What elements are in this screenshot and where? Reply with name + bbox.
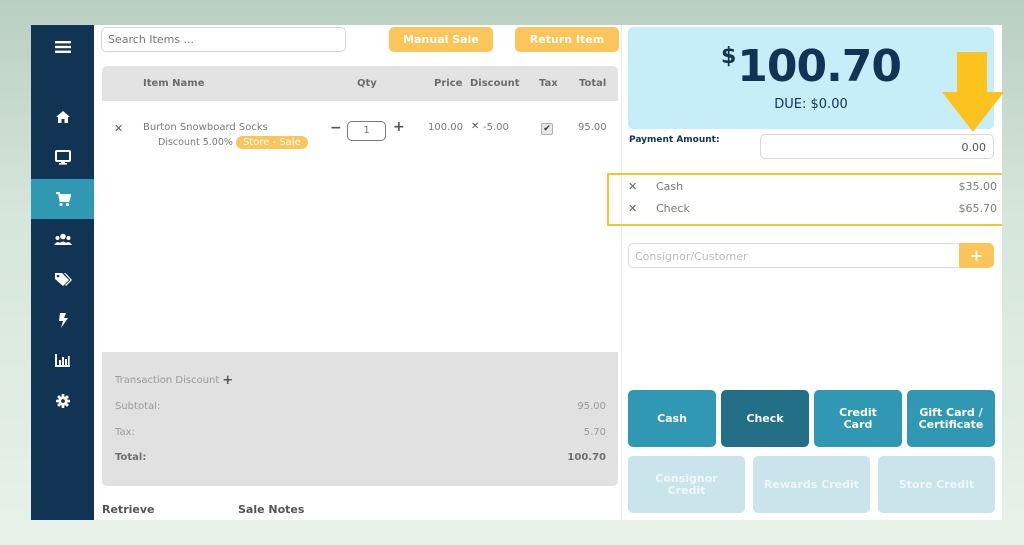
tax-value: 5.70	[583, 427, 606, 438]
subtotal-row: Subtotal: 95.00	[115, 401, 606, 412]
column-header-qty: Qty	[357, 78, 377, 89]
sidebar-item-settings[interactable]	[31, 381, 94, 421]
payment-method: Check	[656, 202, 690, 215]
add-transaction-discount-icon[interactable]: +	[222, 374, 233, 387]
sidebar	[31, 25, 94, 520]
item-discount: -5.00	[483, 122, 509, 133]
pay-credit-card-button[interactable]: Credit Card	[814, 390, 902, 447]
pay-check-button[interactable]: Check	[721, 390, 809, 447]
applied-payment-row: ✕ Cash $35.00	[628, 180, 997, 193]
column-header-total: Total	[579, 78, 607, 89]
retrieve-link[interactable]: Retrieve	[102, 503, 154, 516]
item-total: 95.00	[578, 122, 607, 133]
payment-amount-label: Payment Amount:	[629, 135, 720, 145]
transaction-discount-label: Transaction Discount	[115, 375, 220, 386]
qty-input[interactable]: 1	[347, 121, 386, 141]
users-icon	[53, 233, 72, 245]
applied-payments-list: ✕ Cash $35.00 ✕ Check $65.70	[607, 173, 1002, 226]
sidebar-item-cart[interactable]	[31, 179, 94, 219]
payment-amount-input[interactable]: 0.00	[760, 134, 994, 159]
tax-checkbox[interactable]: ✔	[541, 123, 553, 135]
discount-percent: Discount 5.00%	[158, 137, 233, 148]
grand-total: $100.70	[628, 41, 994, 92]
bar-chart-icon	[54, 354, 70, 367]
item-discount-note: Discount 5.00% Store - Sale	[158, 136, 308, 149]
total-due-display: $100.70 DUE: $0.00	[628, 27, 994, 129]
search-items-input[interactable]	[101, 27, 346, 52]
pay-consignor-credit-button[interactable]: Consignor Credit	[628, 456, 745, 513]
gear-icon	[55, 394, 70, 408]
subtotal-value: 95.00	[577, 401, 606, 412]
tax-label: Tax:	[115, 427, 135, 438]
column-header-tax: Tax	[539, 78, 558, 89]
subtotal-label: Subtotal:	[115, 401, 161, 412]
payment-amount: $65.70	[958, 202, 998, 215]
items-table-header: Item Name Qty Price Discount Tax Total	[102, 66, 618, 101]
payment-method: Cash	[656, 180, 684, 193]
total-value: 100.70	[567, 452, 606, 463]
remove-item-icon[interactable]: ✕	[114, 122, 123, 135]
sidebar-item-customers[interactable]	[31, 219, 94, 259]
remove-payment-icon[interactable]: ✕	[628, 180, 656, 193]
shopping-cart-icon	[55, 191, 71, 206]
sale-notes-link[interactable]: Sale Notes	[238, 503, 304, 516]
annotation-arrow-down-icon	[942, 52, 1004, 132]
tags-icon	[54, 272, 72, 286]
sidebar-menu-toggle[interactable]	[31, 27, 94, 67]
grand-total-amount: 100.70	[737, 41, 902, 92]
total-label: Total:	[115, 452, 147, 463]
column-header-discount: Discount	[470, 78, 520, 89]
payment-amount: $35.00	[958, 180, 998, 193]
lightning-bolt-icon	[58, 312, 68, 328]
remove-payment-icon[interactable]: ✕	[628, 202, 656, 215]
discount-badge: Store - Sale	[235, 136, 308, 149]
total-row: Total: 100.70	[115, 452, 606, 463]
consignor-customer-input[interactable]: Consignor/Customer	[628, 243, 960, 268]
sidebar-item-home[interactable]	[31, 97, 94, 137]
home-icon	[55, 111, 70, 123]
sidebar-item-inventory[interactable]	[31, 259, 94, 299]
remove-discount-icon[interactable]: ✕	[471, 121, 479, 132]
table-row: ✕ Burton Snowboard Socks Discount 5.00% …	[102, 101, 618, 351]
transaction-discount-row[interactable]: Transaction Discount +	[115, 374, 606, 387]
monitor-icon	[54, 149, 71, 165]
return-item-button[interactable]: Return Item	[515, 27, 619, 52]
currency-symbol: $	[720, 44, 736, 69]
column-header-price: Price	[434, 78, 463, 89]
sidebar-item-register[interactable]	[31, 137, 94, 177]
column-header-item-name: Item Name	[143, 78, 205, 89]
pay-store-credit-button[interactable]: Store Credit	[878, 456, 995, 513]
totals-panel: Transaction Discount + Subtotal: 95.00 T…	[102, 352, 618, 486]
plus-icon: +	[969, 246, 984, 265]
pay-cash-button[interactable]: Cash	[628, 390, 716, 447]
manual-sale-button[interactable]: Manual Sale	[389, 27, 493, 52]
qty-decrement-button[interactable]: −	[330, 120, 342, 136]
applied-payment-row: ✕ Check $65.70	[628, 202, 997, 215]
pay-rewards-credit-button[interactable]: Rewards Credit	[753, 456, 870, 513]
item-price: 100.00	[428, 122, 463, 133]
add-customer-button[interactable]: +	[959, 243, 994, 268]
pos-app: Manual Sale Return Item Item Name Qty Pr…	[31, 25, 1002, 520]
sidebar-item-reports[interactable]	[31, 340, 94, 380]
item-name: Burton Snowboard Socks	[143, 122, 268, 133]
qty-increment-button[interactable]: +	[393, 119, 405, 135]
items-panel: Item Name Qty Price Discount Tax Total ✕…	[102, 66, 618, 486]
sidebar-item-quick-actions[interactable]	[31, 300, 94, 340]
hamburger-menu-icon	[54, 41, 71, 53]
tax-row: Tax: 5.70	[115, 427, 606, 438]
pay-gift-card-button[interactable]: Gift Card / Certificate	[907, 390, 995, 447]
amount-due: DUE: $0.00	[774, 97, 848, 112]
